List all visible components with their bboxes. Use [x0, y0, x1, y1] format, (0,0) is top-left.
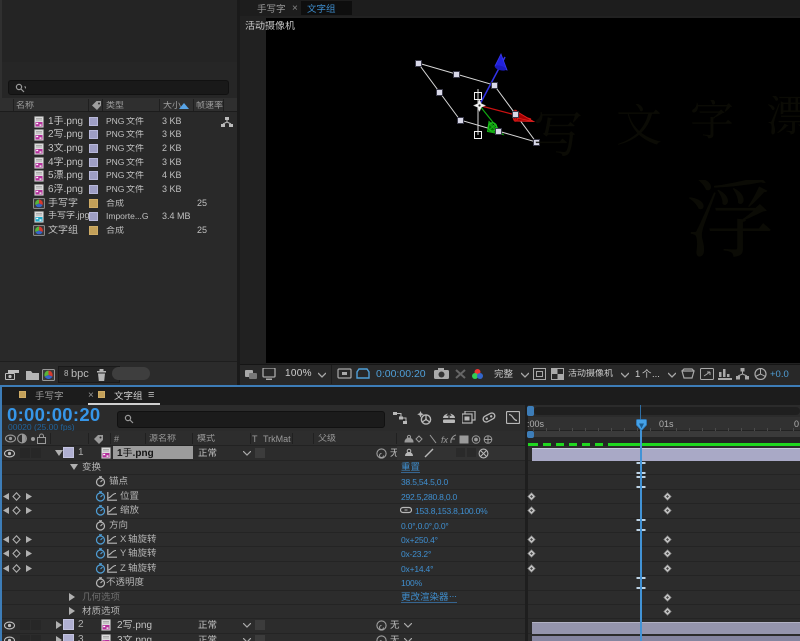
svg-text:fx: fx	[441, 435, 449, 445]
